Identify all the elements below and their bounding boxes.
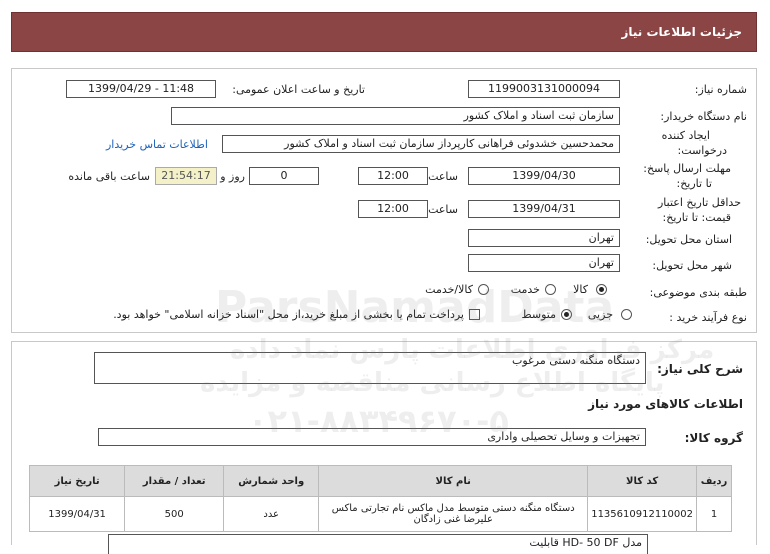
- goods-table: ردیف کد کالا نام کالا واحد شمارش تعداد /…: [28, 465, 732, 532]
- treasury-payment-checkbox[interactable]: [469, 309, 480, 320]
- buyer-contact-link[interactable]: اطلاعات تماس خریدار: [106, 138, 208, 151]
- col-name: نام کالا: [318, 465, 589, 497]
- validity-time-label: ساعت: [428, 203, 458, 216]
- reply-time-field: 12:00: [358, 167, 428, 185]
- page-title: جزئیات اطلاعات نیاز: [621, 25, 742, 39]
- days-label: روز و: [220, 170, 245, 183]
- announce-field: 1399/04/29 - 11:48: [66, 80, 216, 98]
- purchase-minor-radio[interactable]: [621, 309, 632, 320]
- cell-unit: عدد: [223, 496, 320, 532]
- reply-date-field: 1399/04/30: [468, 167, 620, 185]
- reply-deadline-label: مهلت ارسال پاسخ:: [643, 162, 731, 175]
- category-goods-radio[interactable]: [596, 284, 607, 295]
- cell-date: 1399/04/31: [28, 496, 126, 532]
- treasury-payment-note: پرداخت تمام یا بخشی از مبلغ خرید،از محل …: [113, 308, 464, 321]
- page-header: جزئیات اطلاعات نیاز: [11, 12, 757, 52]
- col-unit: واحد شمارش: [223, 465, 320, 497]
- city-field: تهران: [468, 254, 620, 272]
- reply-time-label: ساعت: [428, 170, 458, 183]
- purchase-type-label: نوع فرآیند خرید :: [669, 311, 747, 324]
- remaining-label: ساعت باقی مانده: [68, 170, 150, 183]
- cell-qty: 500: [124, 496, 225, 532]
- goods-group-field: تجهیزات و وسایل تحصیلی واداری: [98, 428, 646, 446]
- validity-label-2: قیمت: تا تاریخ:: [662, 211, 731, 224]
- validity-time-field: 12:00: [358, 200, 428, 218]
- purchase-medium-radio[interactable]: [561, 309, 572, 320]
- table-row: 1 1135610912110002 دستگاه منگنه دستی متو…: [28, 496, 732, 532]
- need-number-label: شماره نیاز:: [694, 83, 747, 96]
- summary-label: شرح کلی نیاز:: [657, 362, 743, 376]
- col-row: ردیف: [696, 465, 732, 497]
- city-label: شهر محل تحویل:: [652, 259, 732, 272]
- reply-deadline-label-2: تا تاریخ:: [676, 177, 712, 190]
- validity-label: حداقل تاریخ اعتبار: [657, 196, 741, 209]
- goods-description-field: مدل HD- 50 DF قابلیت: [108, 534, 648, 554]
- province-field: تهران: [468, 229, 620, 247]
- days-remaining-field: 0: [249, 167, 319, 185]
- buyer-org-field: سازمان ثبت اسناد و املاک کشور: [171, 107, 620, 125]
- validity-date-field: 1399/04/31: [468, 200, 620, 218]
- category-goods-service-radio[interactable]: [478, 284, 489, 295]
- requester-field: محمدحسین خشدوئی فراهانی کارپرداز سازمان …: [222, 135, 620, 153]
- need-number-field: 1199003131000094: [468, 80, 620, 98]
- requester-label: ایجاد کننده: [661, 129, 710, 142]
- requester-label-2: درخواست:: [677, 144, 727, 157]
- buyer-org-label: نام دستگاه خریدار:: [660, 110, 747, 123]
- province-label: استان محل تحویل:: [645, 233, 732, 246]
- col-code: کد کالا: [587, 465, 697, 497]
- remaining-time-field: 21:54:17: [155, 167, 217, 185]
- category-service-label: خدمت: [510, 283, 540, 296]
- goods-section-title: اطلاعات کالاهای مورد نیاز: [588, 397, 743, 411]
- cell-code: 1135610912110002: [587, 496, 697, 532]
- category-goods-service-label: کالا/خدمت: [425, 283, 473, 296]
- goods-table-header: ردیف کد کالا نام کالا واحد شمارش تعداد /…: [28, 465, 732, 497]
- purchase-medium-label: متوسط: [521, 308, 556, 321]
- cell-row: 1: [696, 496, 732, 532]
- cell-name: دستگاه منگنه دستی متوسط مدل ماکس نام تجا…: [318, 496, 589, 532]
- announce-label: تاریخ و ساعت اعلان عمومی:: [232, 83, 365, 96]
- summary-field: دستگاه منگنه دستی مرغوب: [94, 352, 646, 384]
- goods-group-label: گروه کالا:: [684, 431, 743, 445]
- col-qty: تعداد / مقدار: [124, 465, 225, 497]
- category-service-radio[interactable]: [545, 284, 556, 295]
- col-date: تاریخ نیاز: [28, 465, 126, 497]
- category-label: طبقه بندی موضوعی:: [649, 286, 747, 299]
- category-goods-label: کالا: [573, 283, 588, 296]
- purchase-minor-label: جزیی: [587, 308, 613, 321]
